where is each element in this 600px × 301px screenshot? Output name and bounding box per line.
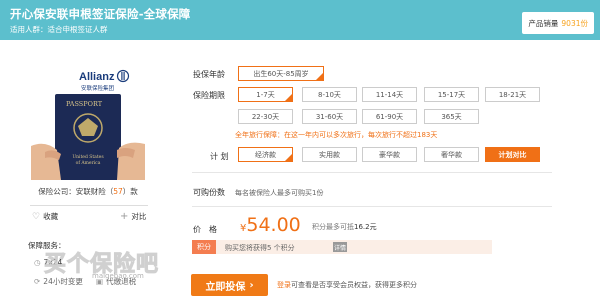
period-option[interactable]: 61-90天 xyxy=(362,109,417,124)
buyable-text: 每名被保险人最多可购买1份 xyxy=(235,189,324,197)
right-hand xyxy=(117,142,145,180)
buy-now-button[interactable]: 立即投保 › xyxy=(191,274,268,296)
period-option[interactable]: 22-30天 xyxy=(238,109,293,124)
insurer-line: 保险公司：安联财险（57）款 xyxy=(38,187,138,196)
login-link[interactable]: 登录 xyxy=(277,281,291,289)
favorite-button[interactable]: ♡ 收藏 xyxy=(32,211,58,222)
price-label: 价格 xyxy=(193,225,225,234)
svg-text:PASSPORT: PASSPORT xyxy=(66,100,103,108)
period-label: 保险期限 xyxy=(193,91,225,100)
plan-label: 计 划 xyxy=(210,152,229,161)
sales-badge: 产品销量 9031份 xyxy=(522,12,594,34)
price-value: ¥54.00 xyxy=(240,214,301,236)
sales-value: 9031份 xyxy=(561,18,588,28)
period-option[interactable]: 365天 xyxy=(424,109,479,124)
period-option[interactable]: 18-21天 xyxy=(485,87,540,102)
product-image: Allianz 安联保险集团 PASSPORT United States of… xyxy=(31,66,145,180)
product-title: 开心保安联申根签证保险-全球保障 xyxy=(10,7,191,21)
points-deduction: 积分最多可抵16.2元 xyxy=(312,223,377,231)
svg-text:United States: United States xyxy=(72,154,104,160)
watermark-url: maigebao.com xyxy=(92,272,144,280)
product-count-link[interactable]: 57 xyxy=(113,187,123,196)
plus-icon: + xyxy=(120,211,129,222)
period-option[interactable]: 31-60天 xyxy=(302,109,357,124)
login-hint: 登录可查看是否享受会员权益，获得更多积分 xyxy=(277,281,417,289)
points-earn-text: 购买您将获得5 个积分 xyxy=(225,244,295,252)
audience-line: 适用人群：适合申根签证人群 xyxy=(10,24,108,35)
audience-value: 适合申根签证人群 xyxy=(47,25,108,34)
audience-label: 适用人群： xyxy=(10,25,48,34)
annual-trip-note: 全年旅行保障：在这一年内可以多次旅行，每次旅行不超过183天 xyxy=(235,131,438,139)
sales-label: 产品销量 xyxy=(528,18,559,28)
svg-text:of America: of America xyxy=(76,160,101,166)
buyable-label: 可购份数 xyxy=(193,188,225,197)
allianz-cn-text: 安联保险集团 xyxy=(81,84,115,92)
plan-compare-button[interactable]: 计划对比 xyxy=(485,147,540,162)
heart-icon: ♡ xyxy=(32,211,41,222)
divider xyxy=(30,205,148,206)
age-label: 投保年龄 xyxy=(193,70,225,79)
age-option[interactable]: 出生60天-85周岁 xyxy=(238,66,324,81)
points-tag: 积分 xyxy=(192,240,216,254)
divider xyxy=(192,206,552,207)
compare-button[interactable]: + 对比 xyxy=(120,211,146,222)
plan-option[interactable]: 豪华款 xyxy=(362,147,417,162)
refresh-icon: ⟳ xyxy=(34,277,41,286)
period-option[interactable]: 8-10天 xyxy=(302,87,357,102)
product-header: 开心保安联申根签证保险-全球保障 适用人群：适合申根签证人群 产品销量 9031… xyxy=(0,0,600,40)
clock-icon: ◷ xyxy=(34,258,41,267)
divider xyxy=(192,172,552,173)
plan-option[interactable]: 实用款 xyxy=(302,147,357,162)
period-option[interactable]: 15-17天 xyxy=(424,87,479,102)
plan-option[interactable]: 奢华款 xyxy=(424,147,479,162)
plan-option[interactable]: 经济款 xyxy=(238,147,293,162)
chevron-right-icon: › xyxy=(249,279,254,291)
allianz-logo-text: Allianz xyxy=(79,71,115,83)
points-detail-button[interactable]: 详情 xyxy=(333,242,347,252)
period-option[interactable]: 11-14天 xyxy=(362,87,417,102)
period-option[interactable]: 1-7天 xyxy=(238,87,293,102)
passport-illustration: Allianz 安联保险集团 PASSPORT United States of… xyxy=(31,66,145,180)
price-amount: 54.00 xyxy=(246,214,301,236)
